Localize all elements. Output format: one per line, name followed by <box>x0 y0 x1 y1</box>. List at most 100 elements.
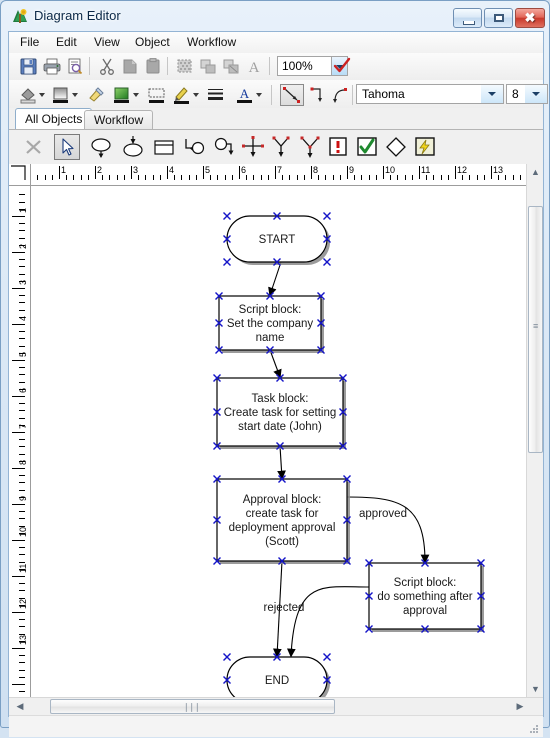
diagram-canvas[interactable]: approved rejected START Script block: Set t… <box>31 186 526 697</box>
font-family-value: Tahoma <box>362 87 405 101</box>
selection-handle[interactable] <box>323 258 331 266</box>
paste-icon[interactable] <box>143 57 163 76</box>
line-color-icon[interactable] <box>172 85 192 104</box>
scroll-right-arrow[interactable]: ▶ <box>513 701 527 712</box>
ruler-minor-tick <box>498 175 500 180</box>
resize-grip-icon[interactable] <box>528 723 540 735</box>
alert-block-icon[interactable] <box>325 134 351 160</box>
ruler-minor-tick <box>174 175 176 180</box>
tab-workflow[interactable]: Workflow <box>84 110 154 130</box>
cut-icon[interactable] <box>97 57 117 76</box>
tab-all-objects[interactable]: All Objects <box>15 108 93 130</box>
zoom-input[interactable]: 100% <box>277 56 332 76</box>
close-button[interactable]: ✖ <box>515 8 545 28</box>
font-color-dropdown-arrow[interactable] <box>256 91 263 98</box>
pointer-select-icon[interactable] <box>54 134 80 160</box>
selection-handle[interactable] <box>223 258 231 266</box>
diagram-edge[interactable] <box>277 445 286 480</box>
ruler-minor-tick <box>19 676 25 678</box>
ruler-label: 1 <box>18 207 28 213</box>
selection-handle[interactable] <box>223 653 231 661</box>
diagram-edge[interactable] <box>269 349 282 379</box>
border-style-icon[interactable] <box>147 85 167 104</box>
ruler-minor-tick <box>19 194 25 196</box>
diagram-node[interactable]: Task block: Create task for setting start … <box>216 377 346 449</box>
menu-item-edit[interactable]: Edit <box>49 34 84 51</box>
maximize-icon <box>485 9 512 27</box>
print-icon[interactable] <box>42 57 62 76</box>
horizontal-scrollbar[interactable]: ◀ ∣∣∣ ▶ <box>9 697 543 715</box>
line-weight-icon[interactable] <box>206 85 226 104</box>
zoom-value: 100% <box>282 59 313 73</box>
ruler-label: 8 <box>313 165 319 175</box>
fill-color-icon[interactable] <box>19 85 39 104</box>
horizontal-scroll-thumb[interactable]: ∣∣∣ <box>50 699 335 714</box>
scroll-down-arrow[interactable]: ▼ <box>527 684 544 694</box>
status-bar <box>9 715 543 737</box>
diagram-node[interactable]: END <box>226 656 330 697</box>
minimize-button[interactable] <box>453 8 482 28</box>
diagram-edge[interactable] <box>346 496 430 564</box>
fill-color-dropdown-arrow[interactable] <box>39 91 46 98</box>
font-size-input[interactable]: 8 <box>506 84 548 104</box>
menu-item-workflow[interactable]: Workflow <box>180 34 243 51</box>
font-size-dropdown-button[interactable] <box>525 85 547 103</box>
format-painter-icon[interactable] <box>87 85 107 104</box>
text-tool-icon[interactable]: A <box>244 57 264 76</box>
ruler-minor-tick <box>246 175 248 180</box>
font-family-input[interactable]: Tahoma <box>356 84 504 104</box>
selection-handle[interactable] <box>223 212 231 220</box>
font-color-icon[interactable]: A <box>235 85 255 104</box>
line-color-dropdown-arrow[interactable] <box>193 91 200 98</box>
menu-item-file[interactable]: File <box>13 34 46 51</box>
shape-fill-icon[interactable] <box>112 85 132 104</box>
straight-connector-icon[interactable] <box>280 84 304 106</box>
decision-block-icon[interactable] <box>383 134 409 160</box>
approve-block-icon[interactable] <box>354 134 380 160</box>
selection-handle[interactable] <box>323 212 331 220</box>
branch-block-icon[interactable] <box>297 134 323 160</box>
title-bar[interactable]: Diagram Editor ✖ <box>2 2 550 30</box>
diagram-edge[interactable] <box>286 586 370 658</box>
menu-item-object[interactable]: Object <box>128 34 177 51</box>
duplicate-icon[interactable] <box>198 57 218 76</box>
event-block-icon[interactable] <box>412 134 438 160</box>
menu-item-view[interactable]: View <box>87 34 127 51</box>
vertical-scrollbar[interactable]: ▲ ≡ ▼ <box>526 164 543 697</box>
ruler-minor-tick <box>80 175 82 180</box>
ruler-tick <box>491 166 492 179</box>
maximize-button[interactable] <box>484 8 513 28</box>
scroll-up-arrow[interactable]: ▲ <box>527 167 544 177</box>
start-node-icon[interactable] <box>88 134 114 160</box>
ruler-label: 4 <box>18 315 28 321</box>
task-block-icon[interactable] <box>181 134 207 160</box>
scroll-left-arrow[interactable]: ◀ <box>13 701 27 712</box>
sync-block-icon[interactable] <box>240 134 266 160</box>
end-node-icon[interactable] <box>120 134 146 160</box>
shape-fill-dropdown-arrow[interactable] <box>133 91 140 98</box>
copy-icon[interactable] <box>120 57 140 76</box>
ruler-label: 12 <box>18 598 28 609</box>
diagram-node[interactable]: START <box>226 215 330 265</box>
script-block-icon[interactable] <box>151 134 177 160</box>
select-all-icon[interactable] <box>175 57 195 76</box>
approval-block-icon[interactable] <box>211 134 237 160</box>
curved-connector-icon[interactable] <box>331 85 351 104</box>
vertical-scroll-thumb[interactable]: ≡ <box>528 206 543 453</box>
checkmark-red-icon[interactable] <box>333 57 351 75</box>
save-icon[interactable] <box>19 57 39 76</box>
elbow-connector-icon[interactable] <box>308 85 328 104</box>
diagram-edge[interactable] <box>268 261 282 297</box>
selection-handle[interactable] <box>323 653 331 661</box>
delete-icon[interactable] <box>21 134 47 160</box>
gradient-icon[interactable] <box>51 85 71 104</box>
split-block-icon[interactable] <box>268 134 294 160</box>
gradient-dropdown-arrow[interactable] <box>72 91 79 98</box>
diagram-node[interactable]: Script block: do something after approval <box>368 562 484 632</box>
print-preview-icon[interactable] <box>65 57 85 76</box>
diagram-node[interactable]: Approval block: create task for deployment… <box>216 478 350 564</box>
ruler-label: 6 <box>241 165 247 175</box>
font-family-dropdown-button[interactable] <box>481 85 503 103</box>
diagram-node[interactable]: Script block: Set the company name <box>218 295 324 353</box>
delete-object-icon[interactable] <box>221 57 241 76</box>
